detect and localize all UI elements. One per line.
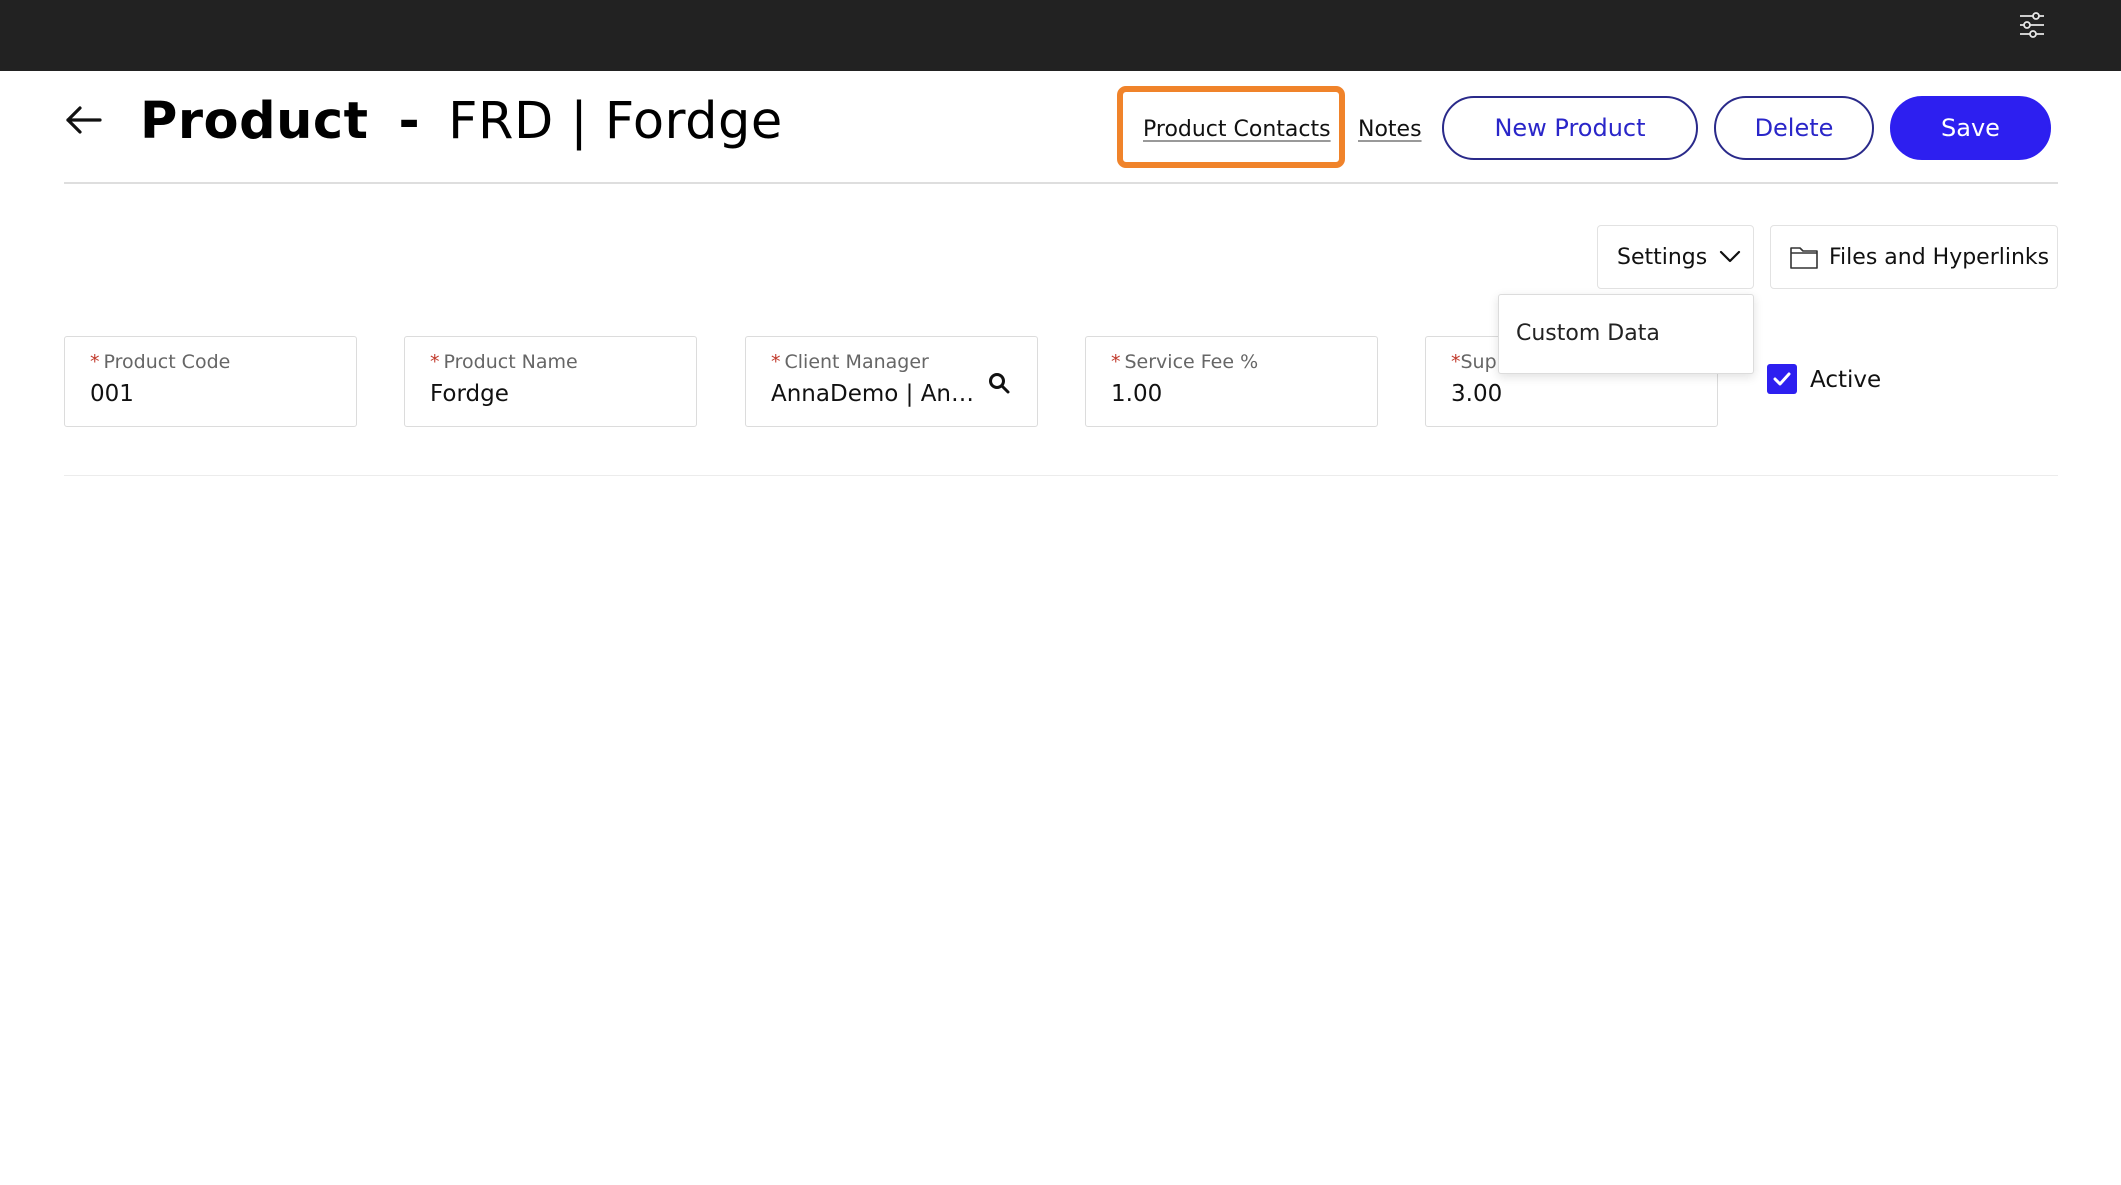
notes-link[interactable]: Notes bbox=[1358, 116, 1422, 144]
product-name-value: Fordge bbox=[430, 381, 509, 407]
files-and-hyperlinks-button[interactable]: Files and Hyperlinks bbox=[1770, 225, 2058, 289]
product-name-label: Product Name bbox=[443, 351, 578, 373]
product-contacts-link[interactable]: Product Contacts bbox=[1143, 116, 1331, 144]
client-manager-field[interactable]: * Client Manager AnnaDemo | Ann... bbox=[745, 336, 1038, 427]
product-code-value: 001 bbox=[90, 381, 134, 407]
service-fee-label: Service Fee % bbox=[1124, 351, 1259, 373]
product-name-field[interactable]: * Product Name Fordge bbox=[404, 336, 697, 427]
delete-button[interactable]: Delete bbox=[1714, 96, 1874, 160]
service-fee-field[interactable]: * Service Fee % 1.00 bbox=[1085, 336, 1378, 427]
filter-sliders-icon[interactable] bbox=[2017, 10, 2047, 40]
settings-label: Settings bbox=[1617, 244, 1708, 270]
active-checkbox[interactable] bbox=[1767, 364, 1797, 394]
page-title-separator: - bbox=[398, 92, 421, 151]
page-title-record: FRD | Fordge bbox=[448, 92, 783, 151]
back-arrow-icon[interactable] bbox=[64, 100, 104, 140]
page-header: Product - FRD | Fordge Product Contacts No… bbox=[64, 72, 2058, 184]
active-label: Active bbox=[1810, 367, 1882, 393]
product-code-label: Product Code bbox=[103, 351, 231, 373]
client-manager-label: Client Manager bbox=[784, 351, 929, 373]
menu-item-custom-data[interactable]: Custom Data bbox=[1516, 321, 1660, 346]
product-form: * Product Code 001 * Product Name Fordge *… bbox=[64, 336, 2058, 476]
folder-icon bbox=[1789, 244, 1819, 270]
settings-dropdown[interactable]: Settings bbox=[1597, 225, 1754, 289]
page-title: Product - FRD | Fordge bbox=[140, 90, 783, 154]
chevron-down-icon bbox=[1719, 250, 1741, 264]
service-fee-value: 1.00 bbox=[1111, 381, 1163, 407]
new-product-button[interactable]: New Product bbox=[1442, 96, 1698, 160]
product-code-field[interactable]: * Product Code 001 bbox=[64, 336, 357, 427]
files-label: Files and Hyperlinks bbox=[1829, 244, 2050, 270]
client-manager-value: AnnaDemo | Ann... bbox=[771, 381, 976, 407]
settings-menu: Custom Data bbox=[1498, 294, 1754, 374]
search-icon[interactable] bbox=[987, 371, 1011, 395]
sup-label: Sup bbox=[1460, 351, 1497, 373]
page-title-entity: Product bbox=[140, 92, 369, 151]
sup-value: 3.00 bbox=[1451, 381, 1503, 407]
top-bar bbox=[0, 0, 2121, 71]
save-button[interactable]: Save bbox=[1890, 96, 2051, 160]
checkmark-icon bbox=[1773, 372, 1791, 386]
